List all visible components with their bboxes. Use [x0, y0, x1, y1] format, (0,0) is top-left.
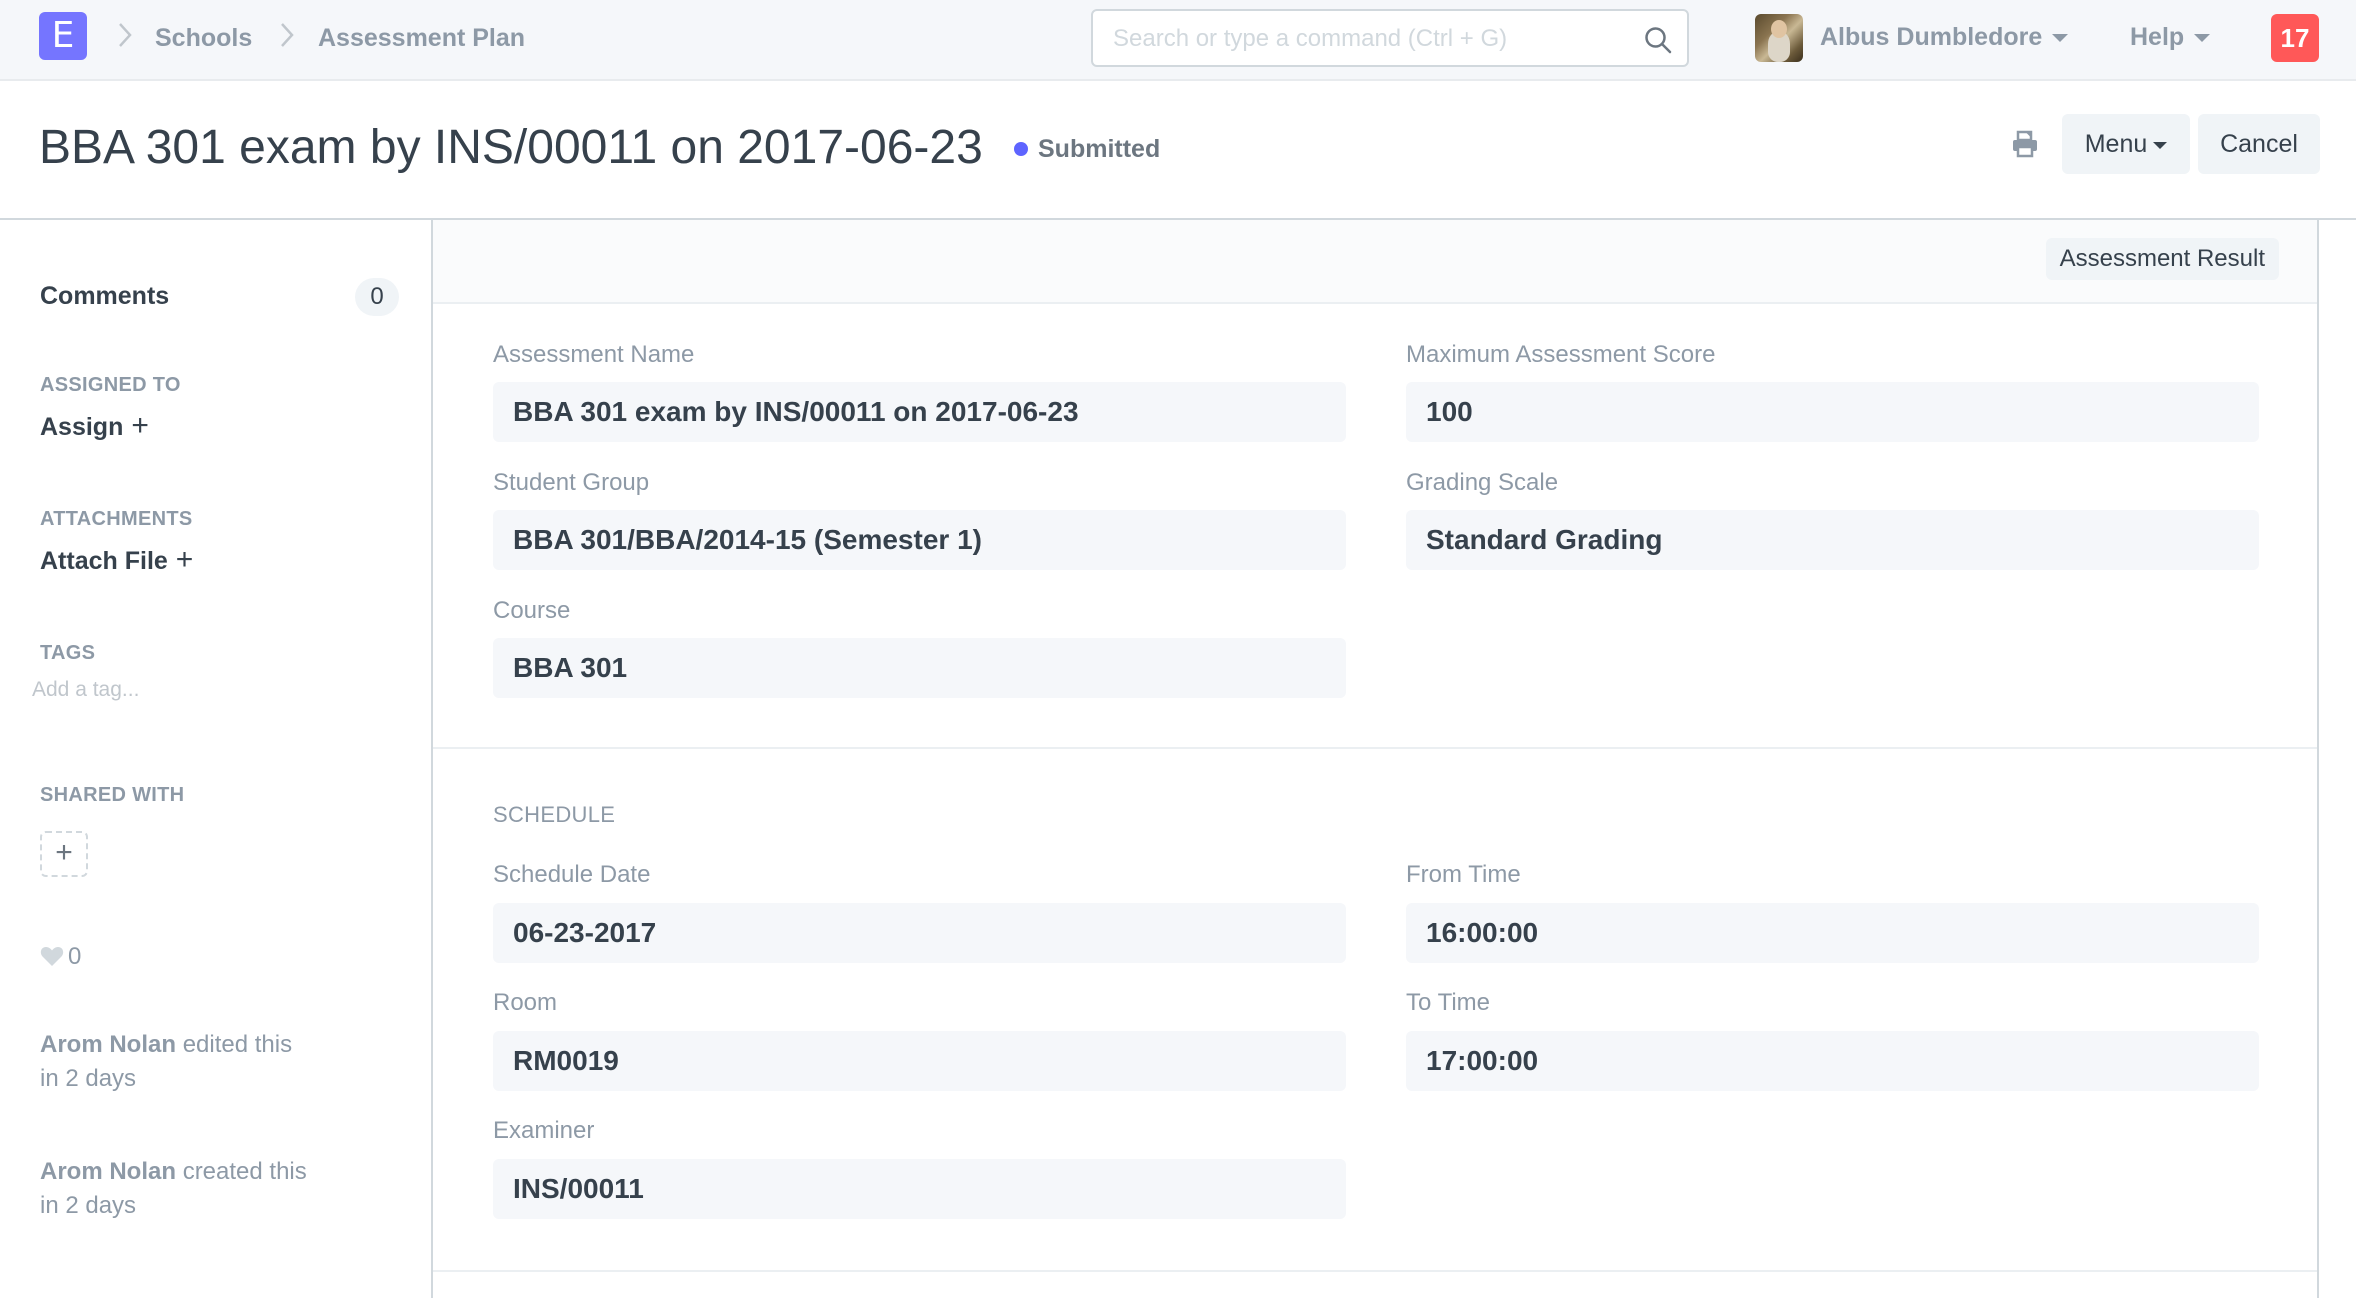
schedule-date-field[interactable]: 06-23-2017 — [493, 903, 1346, 963]
add-tag-input[interactable] — [32, 675, 332, 705]
section-divider — [433, 747, 2317, 749]
activity-user[interactable]: Arom Nolan — [40, 1158, 176, 1185]
examiner-field[interactable]: INS/00011 — [493, 1159, 1346, 1219]
form-body: Assessment Result Assessment Name BBA 30… — [431, 220, 2319, 1298]
section-divider — [433, 1270, 2317, 1272]
search-input[interactable] — [1113, 23, 1613, 55]
search-box[interactable] — [1091, 9, 1689, 67]
caret-down-icon — [2052, 34, 2069, 43]
activity-time: in 2 days — [40, 1192, 137, 1219]
assessment-name-label: Assessment Name — [493, 341, 695, 368]
plus-icon: + — [175, 543, 194, 576]
search-icon[interactable] — [1643, 25, 1673, 55]
attach-file-button[interactable]: Attach File + — [40, 544, 193, 577]
status-badge: Submitted — [1014, 134, 1160, 164]
plus-icon: + — [131, 409, 149, 442]
cancel-button[interactable]: Cancel — [2198, 114, 2320, 174]
from-time-label: From Time — [1406, 861, 1521, 888]
likes-count: 0 — [68, 943, 82, 970]
status-label: Submitted — [1038, 135, 1161, 163]
assessment-result-button[interactable]: Assessment Result — [2045, 238, 2279, 280]
grading-scale-field[interactable]: Standard Grading — [1406, 510, 2259, 570]
add-share-button[interactable]: + — [40, 831, 88, 877]
help-menu[interactable]: Help — [2130, 21, 2211, 53]
schedule-date-label: Schedule Date — [493, 861, 651, 888]
attach-file-label: Attach File — [40, 547, 168, 575]
breadcrumb-schools[interactable]: Schools — [155, 22, 252, 54]
activity-item: Arom Nolan created this in 2 days — [40, 1155, 380, 1223]
comments-link[interactable]: Comments — [40, 280, 169, 312]
grading-scale-label: Grading Scale — [1406, 469, 1559, 496]
to-time-label: To Time — [1406, 989, 1491, 1016]
shared-with-label: SHARED WITH — [40, 784, 185, 806]
menu-button[interactable]: Menu — [2062, 114, 2190, 174]
room-field[interactable]: RM0019 — [493, 1031, 1346, 1091]
attachments-label: ATTACHMENTS — [40, 508, 193, 530]
breadcrumb-assessment-plan[interactable]: Assessment Plan — [318, 22, 525, 54]
to-time-field[interactable]: 17:00:00 — [1406, 1031, 2259, 1091]
course-label: Course — [493, 597, 571, 624]
caret-down-icon — [2194, 34, 2211, 43]
examiner-label: Examiner — [493, 1117, 595, 1144]
schedule-section-title: SCHEDULE — [493, 802, 616, 827]
print-icon[interactable] — [2011, 130, 2039, 158]
user-name: Albus Dumbledore — [1820, 23, 2043, 51]
student-group-field[interactable]: BBA 301/BBA/2014-15 (Semester 1) — [493, 510, 1346, 570]
assessment-name-field[interactable]: BBA 301 exam by INS/00011 on 2017-06-23 — [493, 382, 1346, 442]
activity-user[interactable]: Arom Nolan — [40, 1031, 176, 1058]
caret-down-icon — [2153, 141, 2168, 149]
assign-button[interactable]: Assign + — [40, 410, 149, 443]
status-dot-icon — [1014, 142, 1028, 156]
assigned-to-label: ASSIGNED TO — [40, 374, 181, 396]
avatar-face — [1771, 20, 1787, 38]
page-title: BBA 301 exam by INS/00011 on 2017-06-23 — [39, 121, 983, 174]
tags-label: TAGS — [40, 642, 96, 664]
room-label: Room — [493, 989, 558, 1016]
notification-badge[interactable]: 17 — [2271, 14, 2319, 62]
heart-icon — [40, 947, 64, 966]
user-avatar[interactable] — [1755, 14, 1803, 62]
student-group-label: Student Group — [493, 469, 650, 496]
chevron-right-icon — [279, 21, 295, 49]
assign-label: Assign — [40, 413, 124, 441]
activity-action: edited this — [182, 1031, 293, 1058]
max-score-label: Maximum Assessment Score — [1406, 341, 1716, 368]
user-menu[interactable]: Albus Dumbledore — [1820, 21, 2069, 53]
activity-time: in 2 days — [40, 1065, 137, 1092]
sidebar: Comments 0 ASSIGNED TO Assign + ATTACHMEN… — [0, 220, 431, 1298]
from-time-field[interactable]: 16:00:00 — [1406, 903, 2259, 963]
app-logo[interactable]: E — [39, 12, 87, 60]
menu-label: Menu — [2084, 130, 2148, 158]
help-label: Help — [2130, 23, 2185, 51]
chevron-right-icon — [117, 21, 133, 49]
like-button[interactable]: 0 — [40, 942, 81, 972]
form-toolbar: Assessment Result — [433, 220, 2317, 304]
comments-count-badge: 0 — [355, 278, 399, 316]
navbar: E Schools Assessment Plan Albus Dumbledo… — [0, 0, 2356, 81]
course-field[interactable]: BBA 301 — [493, 638, 1346, 698]
activity-item: Arom Nolan edited this in 2 days — [40, 1028, 380, 1096]
activity-action: created this — [182, 1158, 307, 1185]
max-score-field[interactable]: 100 — [1406, 382, 2259, 442]
plus-icon: + — [55, 836, 73, 869]
